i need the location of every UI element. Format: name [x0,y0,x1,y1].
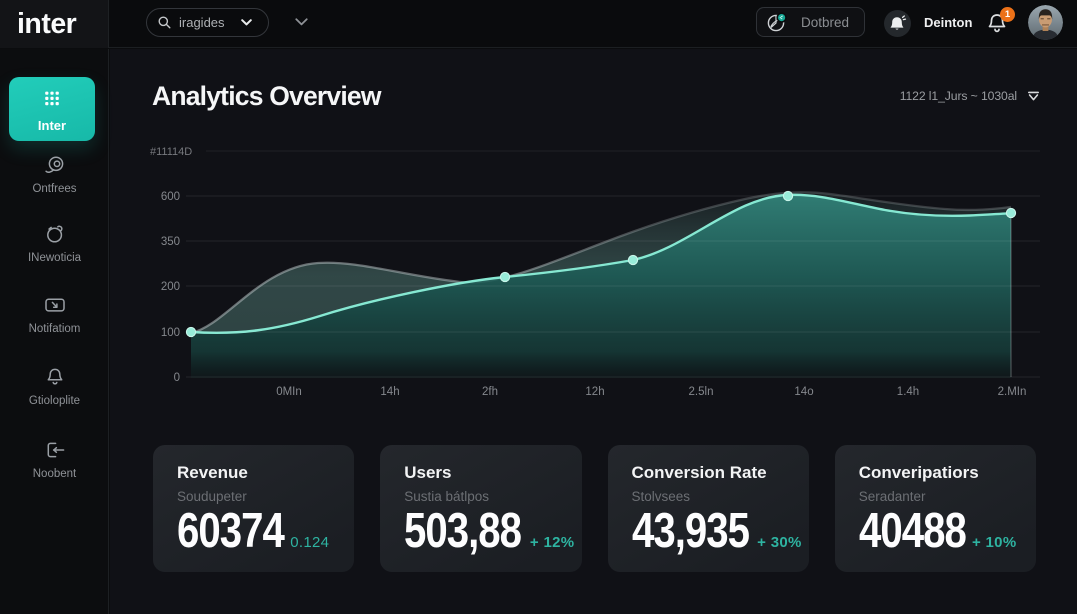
svg-text:12h: 12h [585,386,604,398]
svg-text:100: 100 [161,327,180,339]
svg-text:2.MIn: 2.MIn [998,386,1027,398]
svg-text:1.4h: 1.4h [897,386,919,398]
svg-text:0MIn: 0MIn [276,386,302,398]
svg-text:14o: 14o [794,386,813,398]
svg-text:600: 600 [161,191,180,203]
svg-text:#11114D: #11114D [150,146,192,158]
svg-text:200: 200 [161,281,180,293]
svg-text:14h: 14h [380,386,399,398]
svg-text:350: 350 [161,236,180,248]
svg-text:2fh: 2fh [482,386,498,398]
svg-text:0: 0 [174,372,180,384]
svg-text:2.5ln: 2.5ln [689,386,714,398]
